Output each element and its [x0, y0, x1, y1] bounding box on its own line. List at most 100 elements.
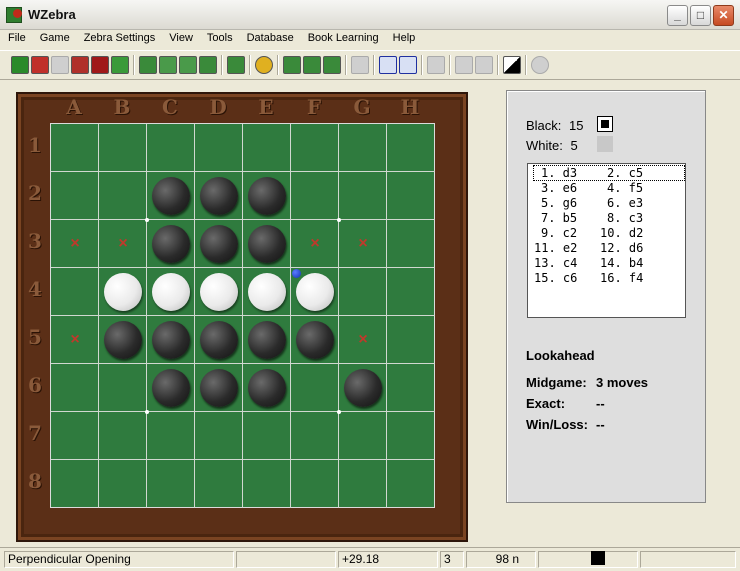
menu-tools[interactable]: Tools	[199, 30, 239, 49]
board-square-a2[interactable]	[51, 172, 99, 220]
menu-database[interactable]: Database	[239, 30, 300, 49]
board-square-d1[interactable]	[195, 124, 243, 172]
board-square-f1[interactable]	[291, 124, 339, 172]
board-square-b8[interactable]	[99, 460, 147, 508]
board-square-h7[interactable]	[387, 412, 435, 460]
legal-move-marker[interactable]: ×	[68, 236, 82, 252]
board-square-g7[interactable]	[339, 412, 387, 460]
menu-help[interactable]: Help	[385, 30, 422, 49]
board-square-f6[interactable]	[291, 364, 339, 412]
board-square-a8[interactable]	[51, 460, 99, 508]
row-label: 8	[28, 469, 42, 493]
globe-icon[interactable]	[531, 56, 549, 74]
board-square-f8[interactable]	[291, 460, 339, 508]
board-square-h8[interactable]	[387, 460, 435, 508]
board-square-g4[interactable]	[339, 268, 387, 316]
board-square-d7[interactable]	[195, 412, 243, 460]
board-square-c1[interactable]	[147, 124, 195, 172]
board-square-g8[interactable]	[339, 460, 387, 508]
move-list-row[interactable]: 11. e2 12. d6	[534, 241, 684, 255]
move-entry: 14. b4	[600, 256, 644, 270]
othello-board[interactable]: × × × × × ×	[50, 123, 435, 508]
save-icon[interactable]	[91, 56, 109, 74]
board-square-c8[interactable]	[147, 460, 195, 508]
board-square-e8[interactable]	[243, 460, 291, 508]
close-button[interactable]: ✕	[713, 5, 734, 26]
stop-icon[interactable]	[255, 56, 273, 74]
board-square-h3[interactable]	[387, 220, 435, 268]
move-entry: 12. d6	[600, 241, 644, 255]
open-folder-icon[interactable]	[111, 56, 129, 74]
menu-game[interactable]: Game	[32, 30, 76, 49]
refresh-icon[interactable]	[323, 56, 341, 74]
board-square-a7[interactable]	[51, 412, 99, 460]
move-list-row[interactable]: 3. e6 4. f5	[534, 181, 684, 195]
board-square-a4[interactable]	[51, 268, 99, 316]
arrow-to-start-icon[interactable]	[399, 56, 417, 74]
board-square-h5[interactable]	[387, 316, 435, 364]
menu-view[interactable]: View	[161, 30, 199, 49]
rotate-board-icon[interactable]	[303, 56, 321, 74]
arrow-left-icon[interactable]	[379, 56, 397, 74]
player-white-icon[interactable]	[179, 56, 197, 74]
exact-label: Exact:	[526, 396, 566, 411]
menu-book-learning[interactable]: Book Learning	[300, 30, 385, 49]
search-depth: 3	[440, 551, 464, 568]
contrast-icon[interactable]	[503, 56, 521, 74]
board-square-e1[interactable]	[243, 124, 291, 172]
legal-move-marker[interactable]: ×	[356, 236, 370, 252]
arrow-right-icon[interactable]	[455, 56, 473, 74]
board-square-b7[interactable]	[99, 412, 147, 460]
print-icon[interactable]	[71, 56, 89, 74]
menu-file[interactable]: File	[0, 30, 32, 49]
red-book-icon[interactable]	[31, 56, 49, 74]
move-list-row[interactable]: 5. g6 6. e3	[534, 196, 684, 210]
move-list-row[interactable]: 7. b5 8. c3	[534, 211, 684, 225]
board-star-point	[337, 410, 341, 414]
arrow-down-icon[interactable]	[427, 56, 445, 74]
board-square-g2[interactable]	[339, 172, 387, 220]
board-square-c7[interactable]	[147, 412, 195, 460]
move-entry: 11. e2	[534, 241, 578, 255]
move-list[interactable]: 1. d3 2. c5 3. e6 4. f5 5. g6 6. e3 7. b5 8. c3…	[527, 163, 686, 318]
board-square-b6[interactable]	[99, 364, 147, 412]
board-square-b2[interactable]	[99, 172, 147, 220]
move-list-row[interactable]: 1. d3 2. c5	[533, 165, 685, 181]
menu-zebra-settings[interactable]: Zebra Settings	[76, 30, 162, 49]
board-square-h1[interactable]	[387, 124, 435, 172]
opening-name: Perpendicular Opening	[4, 551, 234, 568]
minimize-button[interactable]: _	[667, 5, 688, 26]
board-square-b1[interactable]	[99, 124, 147, 172]
board-square-h6[interactable]	[387, 364, 435, 412]
board-square-h4[interactable]	[387, 268, 435, 316]
row-label: 3	[28, 229, 42, 253]
move-list-row[interactable]: 13. c4 14. b4	[534, 256, 684, 270]
board-square-h2[interactable]	[387, 172, 435, 220]
arrow-to-end-icon[interactable]	[475, 56, 493, 74]
board-square-f7[interactable]	[291, 412, 339, 460]
move-list-row[interactable]: 9. c2 10. d2	[534, 226, 684, 240]
board-square-g1[interactable]	[339, 124, 387, 172]
black-disc	[344, 369, 382, 407]
board-square-e7[interactable]	[243, 412, 291, 460]
maximize-button[interactable]: □	[690, 5, 711, 26]
legal-move-marker[interactable]: ×	[68, 332, 82, 348]
board-square-a6[interactable]	[51, 364, 99, 412]
move-list-row[interactable]: 15. c6 16. f4	[534, 271, 684, 285]
board-square-a1[interactable]	[51, 124, 99, 172]
board-square-d8[interactable]	[195, 460, 243, 508]
move-arrow-icon[interactable]	[139, 56, 157, 74]
player-black-icon[interactable]	[159, 56, 177, 74]
disabled-icon[interactable]	[51, 56, 69, 74]
legal-move-marker[interactable]: ×	[308, 236, 322, 252]
legal-move-marker[interactable]: ×	[116, 236, 130, 252]
disabled-icon[interactable]	[351, 56, 369, 74]
board-square-f2[interactable]	[291, 172, 339, 220]
flip-board-icon[interactable]	[283, 56, 301, 74]
black-disc	[200, 369, 238, 407]
zebra-vs-zebra-icon[interactable]	[199, 56, 217, 74]
move-entry: 15. c6	[534, 271, 578, 285]
legal-move-marker[interactable]: ×	[356, 332, 370, 348]
hint-arrow-icon[interactable]	[227, 56, 245, 74]
new-game-icon[interactable]	[11, 56, 29, 74]
